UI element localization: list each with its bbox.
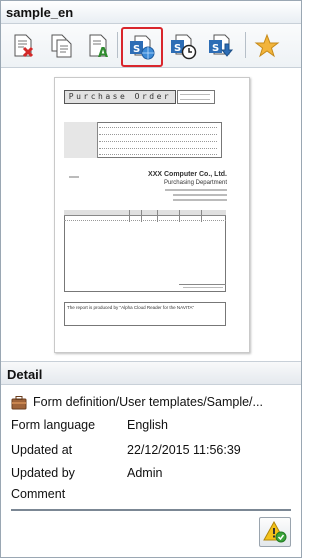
preview-items-table: [64, 210, 226, 292]
toolbar-separator: [117, 32, 118, 58]
field-value: Admin: [127, 466, 163, 480]
document-delete-icon: [14, 34, 34, 58]
toolbar: A S S S: [1, 24, 301, 68]
field-value: 22/12/2015 11:56:39: [127, 443, 241, 457]
delete-form-button[interactable]: [7, 30, 39, 62]
svg-text:S: S: [174, 43, 181, 54]
panel-title: sample_en: [1, 1, 301, 24]
preview-globe-icon: S: [130, 35, 155, 60]
preview-button[interactable]: S: [121, 27, 163, 67]
form-path: Form definition/User templates/Sample/..…: [11, 393, 296, 411]
field-value: English: [127, 418, 168, 432]
favorite-button[interactable]: [251, 30, 283, 62]
detail-panel: Detail Form definition/User templates/Sa…: [1, 361, 301, 557]
warning-check-icon: [263, 521, 287, 543]
divider: [11, 509, 291, 511]
preview-number-box: [177, 90, 215, 104]
form-path-text: Form definition/User templates/Sample/..…: [33, 395, 263, 409]
svg-text:S: S: [133, 44, 140, 55]
copy-form-button[interactable]: [45, 30, 77, 62]
preview-footer-note: The report is produced by "Alpha Cloud R…: [67, 305, 195, 310]
detail-header: Detail: [1, 361, 301, 385]
field-label: Comment: [11, 487, 66, 501]
field-label: Updated by: [11, 466, 75, 480]
svg-text:A: A: [98, 46, 108, 59]
documents-copy-icon: [51, 34, 72, 58]
field-label: Updated at: [11, 443, 73, 457]
form-preview-area: Purchase Order XXX Computer Co., Ltd. Pu…: [1, 69, 301, 361]
form-preview-thumbnail[interactable]: Purchase Order XXX Computer Co., Ltd. Pu…: [54, 77, 250, 353]
svg-text:S: S: [212, 43, 219, 54]
download-button[interactable]: S: [205, 30, 237, 62]
preview-title: Purchase Order: [64, 90, 176, 104]
star-icon: [254, 33, 280, 58]
preview-company-name: XXX Computer Co., Ltd.: [148, 171, 227, 178]
clock-history-icon: S: [171, 34, 197, 60]
document-edit-text-icon: A: [89, 34, 108, 59]
briefcase-icon: [11, 395, 27, 409]
validation-button[interactable]: [259, 517, 291, 547]
history-button[interactable]: S: [167, 30, 199, 62]
preview-department: Purchasing Department: [163, 180, 227, 186]
toolbar-separator: [245, 32, 246, 58]
panel: sample_en A S S S Purchase Order XXX Com…: [0, 0, 302, 558]
download-icon: S: [209, 34, 234, 57]
edit-text-button[interactable]: A: [83, 30, 115, 62]
field-label: Form language: [11, 418, 96, 432]
